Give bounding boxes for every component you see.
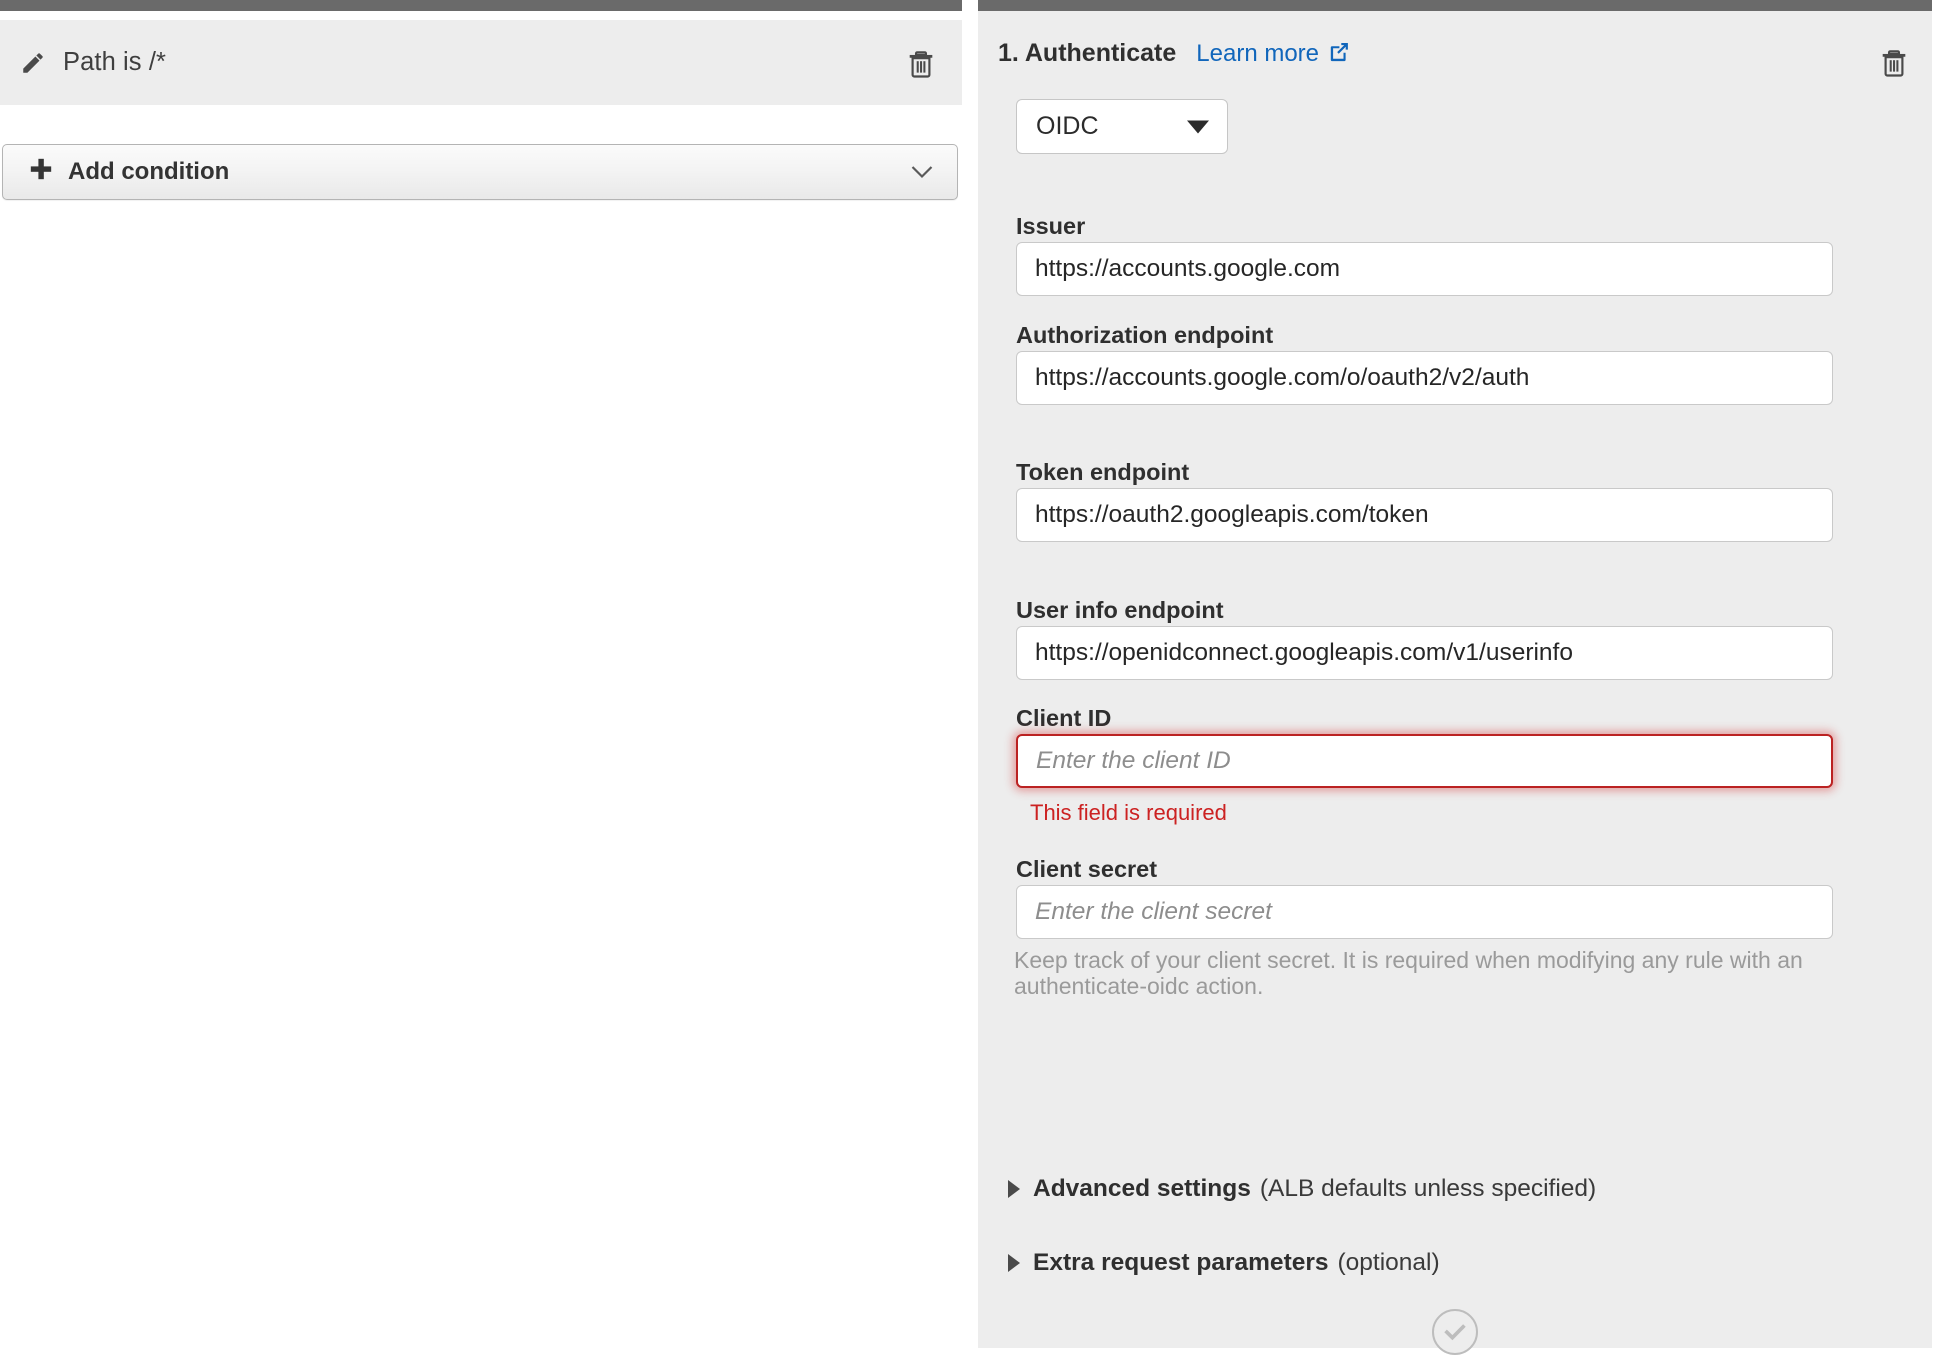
chevron-down-icon xyxy=(1187,120,1209,133)
field-label: Token endpoint xyxy=(1016,459,1190,485)
client-id-error-message: This field is required xyxy=(1030,800,1227,825)
action-header: 1. Authenticate Learn more xyxy=(998,39,1350,68)
add-condition-button[interactable]: Add condition xyxy=(2,144,958,200)
field-label: Authorization endpoint xyxy=(1016,322,1274,348)
triangle-right-icon xyxy=(1008,1180,1020,1198)
conditions-panel-body: Path is /* Add condition xyxy=(0,11,962,1348)
chevron-down-icon[interactable] xyxy=(911,165,933,179)
authorization-endpoint-input[interactable] xyxy=(1016,351,1833,405)
plus-icon xyxy=(28,156,54,188)
learn-more-label: Learn more xyxy=(1196,40,1320,67)
action-panel: 1. Authenticate Learn more OIDC Issuer h… xyxy=(978,0,1932,1355)
disclosure-title: Extra request parameters xyxy=(1033,1249,1329,1276)
field-label: Issuer xyxy=(1016,213,1086,239)
user-info-endpoint-input[interactable] xyxy=(1016,626,1833,680)
action-title: 1. Authenticate xyxy=(998,39,1177,67)
triangle-right-icon xyxy=(1008,1254,1020,1272)
conditions-panel: Path is /* Add condition xyxy=(0,0,962,1348)
action-panel-body: 1. Authenticate Learn more OIDC Issuer h… xyxy=(978,11,1932,1355)
advanced-settings-disclosure[interactable]: Advanced settings (ALB defaults unless s… xyxy=(1008,1175,1596,1203)
field-label: User info endpoint xyxy=(1016,597,1224,623)
external-link-icon xyxy=(1328,41,1350,63)
condition-label: Path is /* xyxy=(63,48,167,76)
field-label: Client ID xyxy=(1016,705,1112,731)
learn-more-link[interactable]: Learn more xyxy=(1196,40,1350,68)
condition-row[interactable]: Path is /* xyxy=(0,20,962,105)
extra-request-parameters-disclosure[interactable]: Extra request parameters (optional) xyxy=(1008,1249,1440,1277)
delete-action-icon[interactable] xyxy=(1881,49,1907,77)
check-circle-icon xyxy=(1432,1309,1478,1355)
token-endpoint-input[interactable] xyxy=(1016,488,1833,542)
client-secret-input[interactable] xyxy=(1016,885,1833,939)
pencil-icon[interactable] xyxy=(20,50,46,76)
disclosure-title: Advanced settings xyxy=(1033,1175,1251,1202)
auth-type-select[interactable]: OIDC xyxy=(1016,99,1228,154)
delete-condition-icon[interactable] xyxy=(908,50,934,78)
screenshot-root: Path is /* Add condition 1. Authenticate… xyxy=(0,0,1958,1355)
client-secret-help-text: Keep track of your client secret. It is … xyxy=(1014,947,1803,999)
client-id-input[interactable] xyxy=(1016,734,1833,788)
field-label: Client secret xyxy=(1016,856,1158,882)
auth-type-select-value: OIDC xyxy=(1036,112,1099,140)
issuer-input[interactable] xyxy=(1016,242,1833,296)
disclosure-subtitle: (ALB defaults unless specified) xyxy=(1259,1175,1597,1202)
add-condition-label: Add condition xyxy=(68,158,230,185)
action-panel-topbar xyxy=(978,0,1932,11)
disclosure-subtitle: (optional) xyxy=(1337,1249,1440,1276)
conditions-panel-topbar xyxy=(0,0,962,11)
